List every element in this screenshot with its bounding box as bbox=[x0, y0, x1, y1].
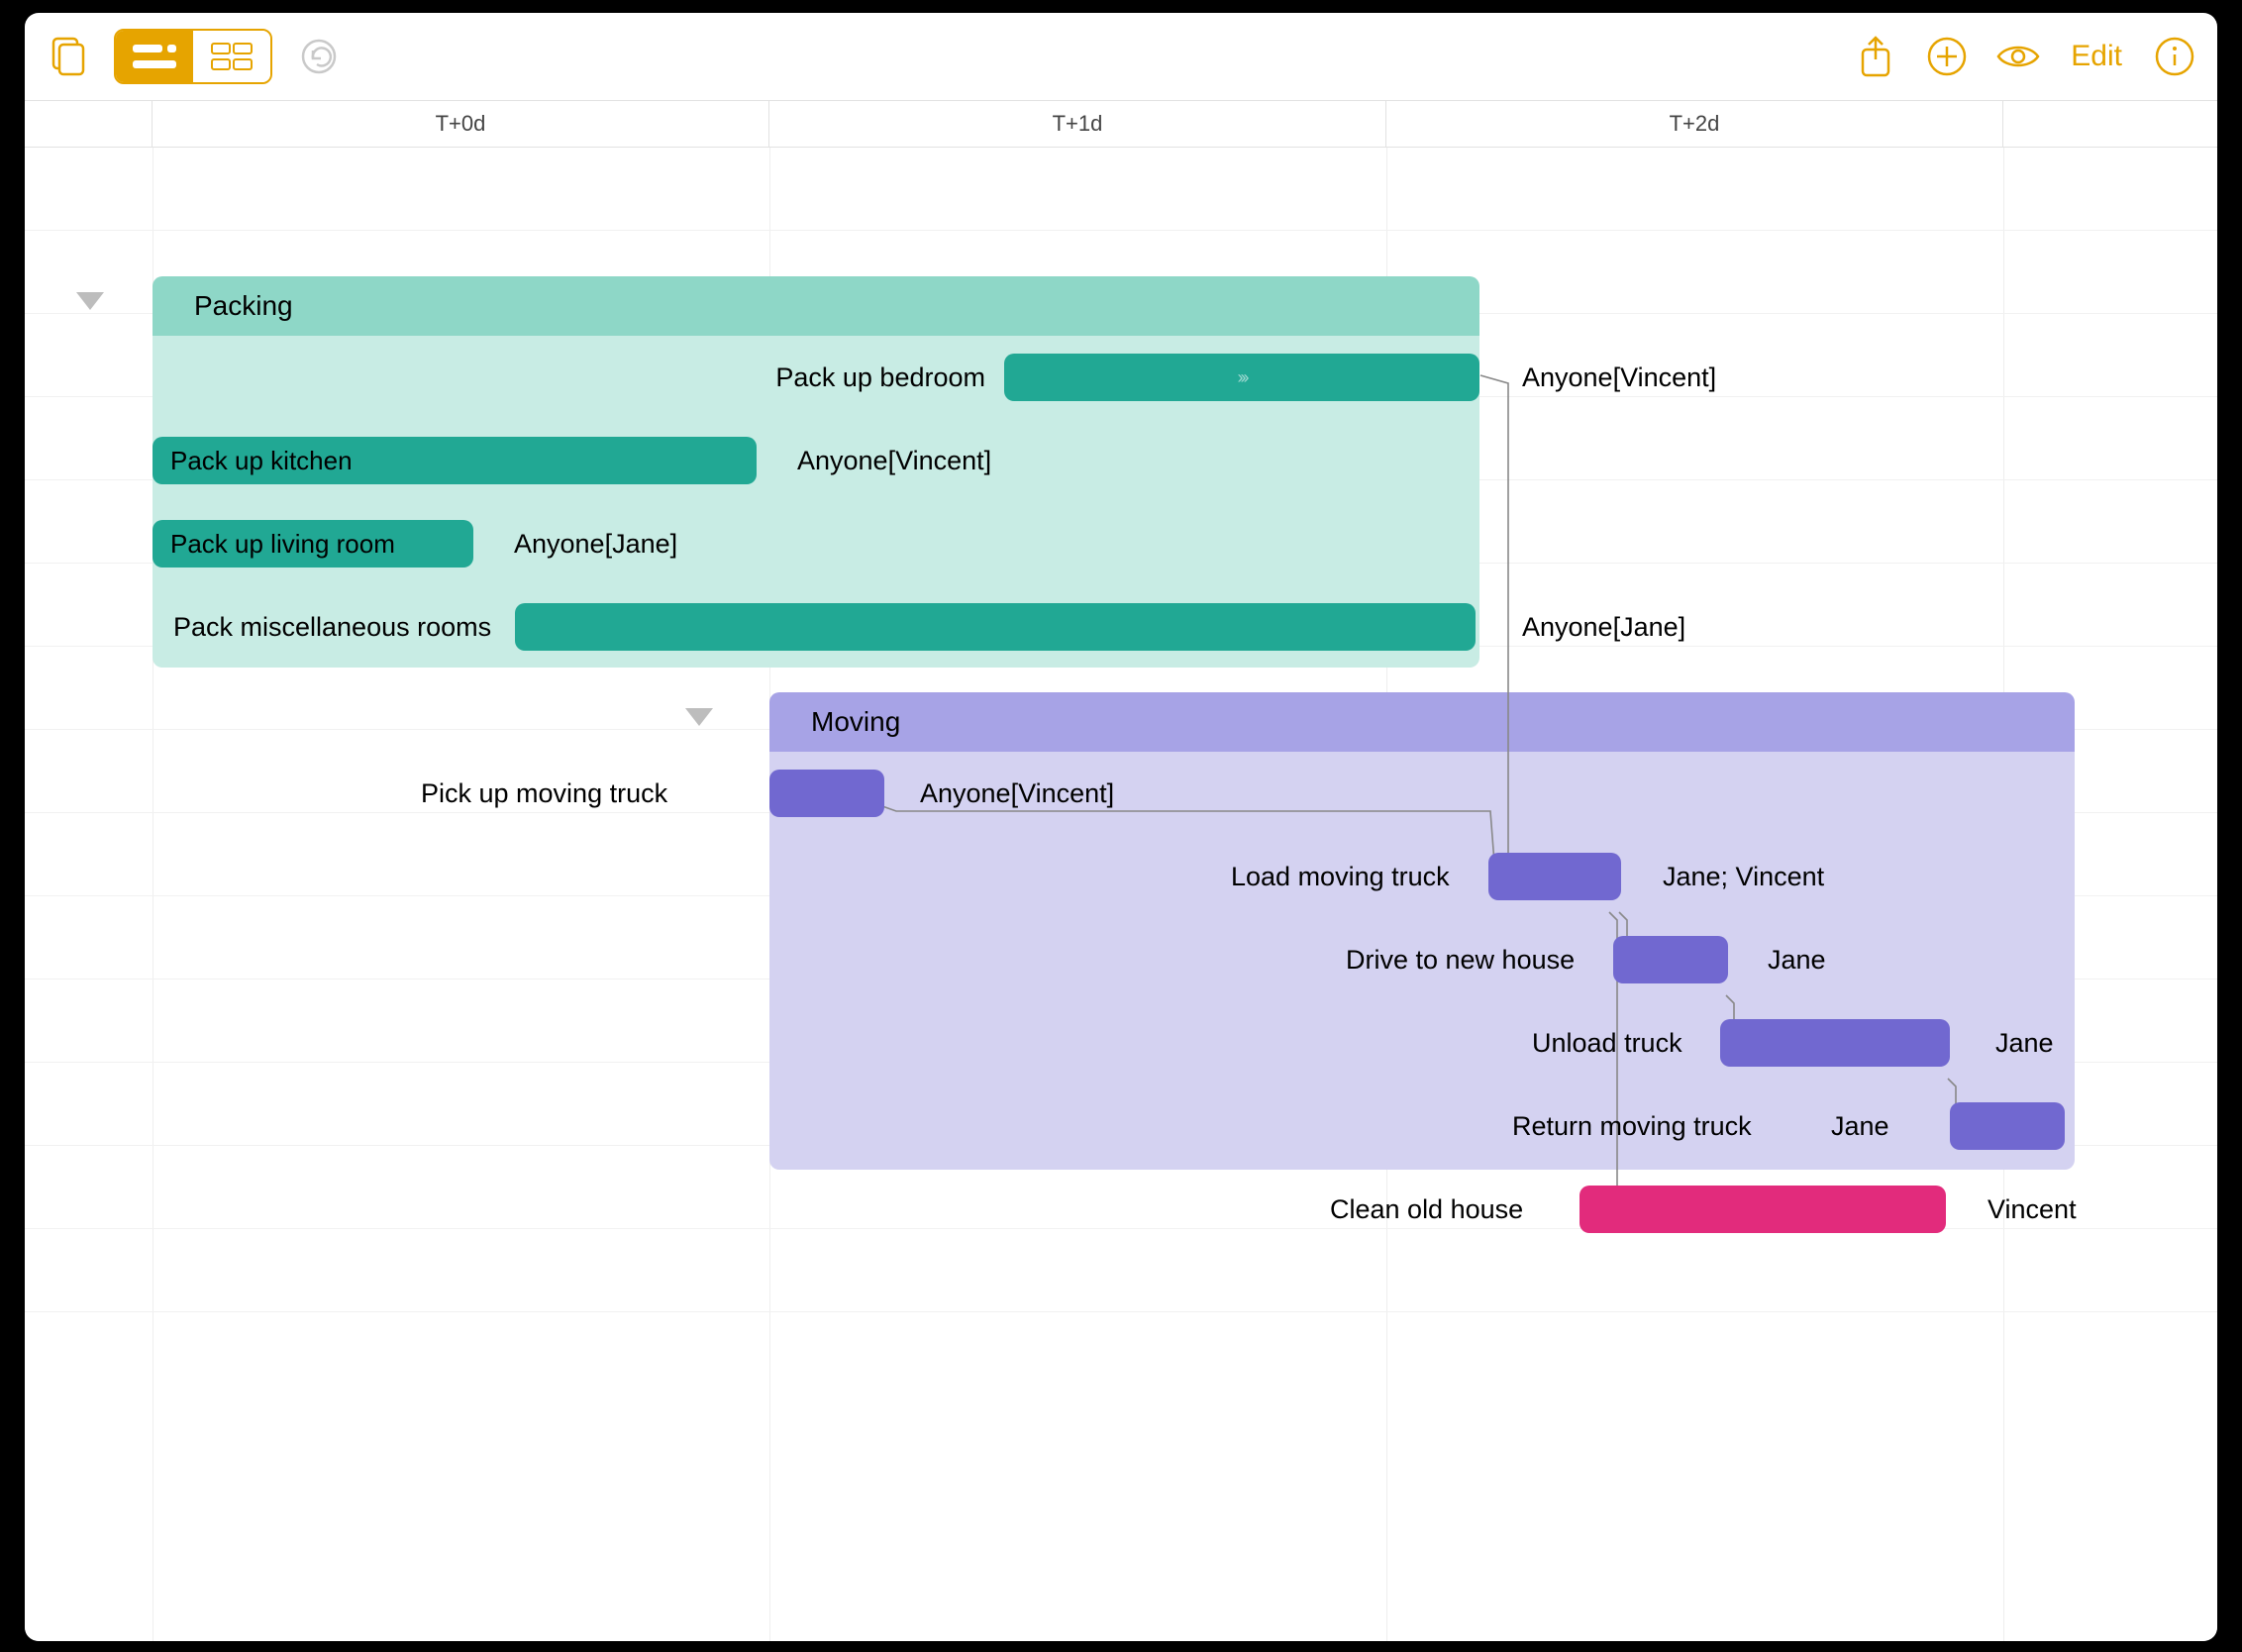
time-col-label: T+2d bbox=[1670, 111, 1720, 137]
task-label: Pick up moving truck bbox=[421, 770, 667, 817]
view-mode-segmented bbox=[114, 29, 272, 84]
task-label: Drive to new house bbox=[1346, 936, 1575, 983]
plus-circle-icon bbox=[1926, 36, 1968, 77]
group-title: Packing bbox=[194, 290, 293, 322]
task-bar-drive[interactable] bbox=[1613, 936, 1728, 983]
time-header: T+0d T+1d T+2d bbox=[25, 100, 2217, 148]
task-bar-unload[interactable] bbox=[1720, 1019, 1950, 1067]
task-label: Unload truck bbox=[1532, 1019, 1682, 1067]
chevron-down-icon bbox=[682, 704, 716, 730]
grid-view-button[interactable] bbox=[193, 31, 270, 82]
time-col-label: T+0d bbox=[436, 111, 486, 137]
toolbar: Edit bbox=[25, 13, 2217, 100]
task-assignee: Jane bbox=[1768, 936, 1826, 983]
add-button[interactable] bbox=[1922, 32, 1972, 81]
task-label: Clean old house bbox=[1330, 1186, 1523, 1233]
time-col-2: T+2d bbox=[1386, 101, 2003, 147]
task-assignee: Vincent bbox=[1987, 1186, 2077, 1233]
app-window: Edit T+0d T+1d T+2d bbox=[25, 13, 2217, 1641]
task-bar-pick-truck[interactable] bbox=[769, 770, 884, 817]
group-title: Moving bbox=[811, 706, 900, 738]
share-button[interactable] bbox=[1851, 32, 1900, 81]
gantt-icon bbox=[129, 39, 180, 74]
task-label: Pack up living room bbox=[170, 520, 395, 568]
task-assignee: Jane bbox=[1831, 1102, 1889, 1150]
task-bar-clean[interactable] bbox=[1580, 1186, 1946, 1233]
documents-icon bbox=[46, 35, 89, 78]
task-bar-return-truck[interactable] bbox=[1950, 1102, 2065, 1150]
time-col-gutter bbox=[25, 101, 153, 147]
task-assignee: Jane; Vincent bbox=[1663, 853, 1824, 900]
toolbar-left bbox=[43, 29, 344, 84]
undo-icon bbox=[299, 37, 339, 76]
toolbar-right: Edit bbox=[1851, 32, 2199, 81]
info-button[interactable] bbox=[2150, 32, 2199, 81]
task-assignee: Anyone[Vincent] bbox=[1522, 354, 1716, 401]
task-label: Pack miscellaneous rooms bbox=[173, 603, 491, 651]
task-assignee: Anyone[Vincent] bbox=[920, 770, 1114, 817]
gantt-view-button[interactable] bbox=[116, 31, 193, 82]
edit-button[interactable]: Edit bbox=[2065, 40, 2128, 73]
share-icon bbox=[1857, 34, 1894, 79]
group-moving[interactable]: Moving bbox=[769, 692, 2075, 1170]
time-col-1: T+1d bbox=[769, 101, 1386, 147]
task-label: Return moving truck bbox=[1512, 1102, 1752, 1150]
group-moving-header[interactable]: Moving bbox=[769, 692, 2075, 752]
task-assignee: Jane bbox=[1995, 1019, 2054, 1067]
row-bg bbox=[25, 148, 2217, 231]
task-label: Pack up kitchen bbox=[170, 437, 353, 484]
time-col-0: T+0d bbox=[153, 101, 769, 147]
view-button[interactable] bbox=[1993, 32, 2043, 81]
disclosure-packing[interactable] bbox=[73, 288, 107, 319]
task-assignee: Anyone[Vincent] bbox=[797, 437, 991, 484]
group-packing-header[interactable]: Packing bbox=[153, 276, 1479, 336]
eye-icon bbox=[1994, 41, 2042, 72]
info-icon bbox=[2154, 36, 2195, 77]
task-bar-pack-kitchen[interactable]: Pack up kitchen bbox=[153, 437, 757, 484]
task-bar-pack-misc[interactable] bbox=[515, 603, 1476, 651]
task-bar-pack-living[interactable]: Pack up living room bbox=[153, 520, 473, 568]
undo-button[interactable] bbox=[294, 32, 344, 81]
task-assignee: Anyone[Jane] bbox=[514, 520, 677, 568]
grid-icon bbox=[206, 39, 257, 74]
time-col-label: T+1d bbox=[1053, 111, 1103, 137]
task-label: Load moving truck bbox=[1231, 853, 1450, 900]
task-bar-pack-bedroom[interactable]: ››› bbox=[1004, 354, 1479, 401]
chevron-down-icon bbox=[73, 288, 107, 314]
task-bar-load-truck[interactable] bbox=[1488, 853, 1621, 900]
gantt-chart[interactable]: Packing Moving bbox=[25, 148, 2217, 1641]
disclosure-moving[interactable] bbox=[682, 704, 716, 735]
time-col-end bbox=[2003, 101, 2217, 147]
task-assignee: Anyone[Jane] bbox=[1522, 603, 1685, 651]
inprogress-icon: ››› bbox=[1004, 354, 1479, 401]
documents-button[interactable] bbox=[43, 32, 92, 81]
row-bg bbox=[25, 1229, 2217, 1312]
task-label: Pack up bedroom bbox=[718, 354, 985, 401]
